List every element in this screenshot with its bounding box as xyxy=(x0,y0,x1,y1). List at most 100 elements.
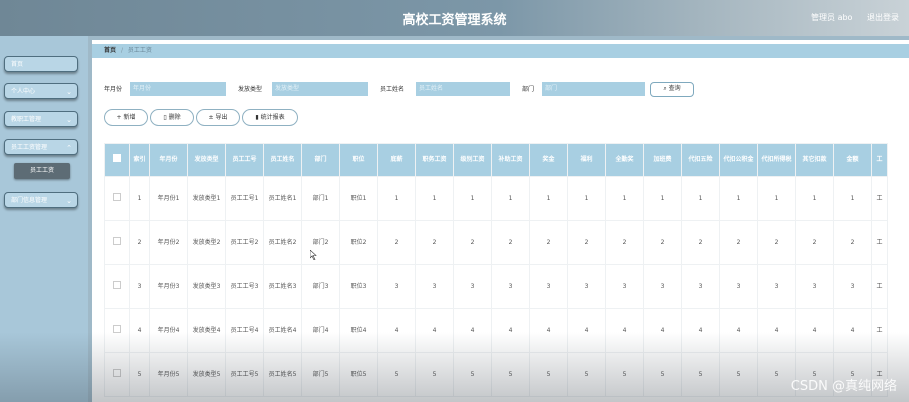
table-cell: 3 xyxy=(491,264,530,309)
sidebar-item-department-management[interactable]: 部门信息管理 ⌄ xyxy=(4,192,78,208)
row-checkbox[interactable] xyxy=(113,192,121,201)
table-row[interactable]: 4 年月份4 发放类型4 员工工号4 员工姓名4 部门4 职位4 4 4 4 4 4 4 4 4 4 4 4 4 4 工 xyxy=(104,308,888,353)
column-header: 奖金 xyxy=(529,143,568,177)
table-cell: 职位1 xyxy=(339,176,378,221)
table-row[interactable]: 1 年月份1 发放类型1 员工工号1 员工姓名1 部门1 职位1 1 1 1 1 1 1 1 1 1 1 1 1 1 工 xyxy=(104,176,888,221)
table-cell: 4 xyxy=(719,308,758,353)
employee-name-input[interactable] xyxy=(416,82,510,96)
breadcrumb-home[interactable]: 首页 xyxy=(104,47,116,54)
row-checkbox[interactable] xyxy=(113,280,121,289)
sidebar-item-salary-management[interactable]: 员工工资管理 ⌃ xyxy=(4,139,78,155)
table-cell: 2 xyxy=(681,220,720,265)
delete-button[interactable]: ▯ 删除 xyxy=(150,109,194,126)
app-title: 高校工资管理系统 xyxy=(402,13,507,28)
row-select-cell[interactable] xyxy=(104,264,130,309)
table-header-row: 索引 年月份 发放类型 员工工号 员工姓名 部门 职位 底薪 职务工资 级别工资 补助工资 奖金 福利全… xyxy=(104,143,888,177)
table-cell: 员工姓名2 xyxy=(263,220,302,265)
table-cell: 4 xyxy=(567,308,606,353)
sidebar-subitem-employee-salary[interactable]: 员工工资 xyxy=(14,163,70,179)
row-select-cell[interactable] xyxy=(104,308,130,353)
header-right: 管理员 abo 退出登录 xyxy=(799,12,899,23)
month-input[interactable] xyxy=(130,82,226,96)
table-cell: 年月份2 xyxy=(149,220,188,265)
table-cell: 5 xyxy=(453,352,492,397)
table-cell: 4 xyxy=(491,308,530,353)
table-cell: 工 xyxy=(871,264,888,309)
stats-report-button[interactable]: ▮ 统计报表 xyxy=(242,109,298,126)
query-button[interactable]: ⌕ 查询 xyxy=(650,82,694,97)
table-cell: 5 xyxy=(529,352,568,397)
table-cell: 5 xyxy=(719,352,758,397)
chevron-down-icon: ⌄ xyxy=(66,197,72,205)
table-row[interactable]: 5 年月份5 发放类型5 员工工号5 员工姓名5 部门5 职位5 5 5 5 5 5 5 5 5 5 5 5 5 5 工 xyxy=(104,352,888,397)
column-header: 代扣五险 xyxy=(681,143,720,177)
top-header: 高校工资管理系统 管理员 abo 退出登录 xyxy=(0,0,909,36)
table-cell: 4 xyxy=(643,308,682,353)
table-cell: 4 xyxy=(377,308,416,353)
export-button[interactable]: ± 导出 xyxy=(196,109,240,126)
row-select-cell[interactable] xyxy=(104,220,130,265)
table-cell: 发放类型1 xyxy=(187,176,226,221)
table-row[interactable]: 3 年月份3 发放类型3 员工工号3 员工姓名3 部门3 职位3 3 3 3 3 3 3 3 3 3 3 3 3 3 工 xyxy=(104,264,888,309)
add-button[interactable]: + 新增 xyxy=(104,109,148,126)
table-cell: 发放类型2 xyxy=(187,220,226,265)
chevron-down-icon: ⌄ xyxy=(66,88,72,96)
select-all-checkbox[interactable] xyxy=(113,154,121,162)
department-input[interactable] xyxy=(542,82,645,96)
sidebar-item-label: 部门信息管理 xyxy=(11,197,48,204)
pay-type-input[interactable] xyxy=(272,82,368,96)
table-cell: 4 xyxy=(833,308,872,353)
sidebar-item-personal-center[interactable]: 个人中心 ⌄ xyxy=(4,83,78,99)
table-cell: 1 xyxy=(643,176,682,221)
column-header: 代扣所得税 xyxy=(757,143,796,177)
table-cell: 职位5 xyxy=(339,352,378,397)
sidebar: 首页 个人中心 ⌄ 教职工管理 ⌄ 员工工资管理 ⌃ 员工工资 部门信息管理 ⌄ xyxy=(0,36,88,402)
column-header: 其它扣款 xyxy=(795,143,834,177)
table-cell: 3 xyxy=(567,264,606,309)
select-all-cell[interactable] xyxy=(104,143,130,177)
table-cell: 5 xyxy=(757,352,796,397)
table-cell: 2 xyxy=(129,220,150,265)
row-select-cell[interactable] xyxy=(104,352,130,397)
row-checkbox[interactable] xyxy=(113,324,121,333)
column-header: 工 xyxy=(871,143,888,177)
column-header: 底薪 xyxy=(377,143,416,177)
table-row[interactable]: 2 年月份2 发放类型2 员工工号2 员工姓名2 部门2 职位2 2 2 2 2 2 2 2 2 2 2 2 2 2 工 xyxy=(104,220,888,265)
column-header: 索引 xyxy=(129,143,150,177)
sidebar-item-home[interactable]: 首页 xyxy=(4,56,78,72)
sidebar-item-label: 员工工资管理 xyxy=(11,144,48,151)
table-cell: 5 xyxy=(643,352,682,397)
table-cell: 1 xyxy=(605,176,644,221)
row-select-cell[interactable] xyxy=(104,176,130,221)
column-header: 职务工资 xyxy=(415,143,454,177)
column-header: 职位 xyxy=(339,143,378,177)
table-cell: 1 xyxy=(757,176,796,221)
table-cell: 2 xyxy=(377,220,416,265)
column-header: 补助工资 xyxy=(491,143,530,177)
table-cell: 2 xyxy=(567,220,606,265)
table-cell: 2 xyxy=(643,220,682,265)
logout-link[interactable]: 退出登录 xyxy=(867,13,899,22)
row-checkbox[interactable] xyxy=(113,236,121,245)
column-header: 福利 xyxy=(567,143,606,177)
table-cell: 部门1 xyxy=(301,176,340,221)
table-cell: 1 xyxy=(833,176,872,221)
table-cell: 3 xyxy=(529,264,568,309)
table-cell: 年月份4 xyxy=(149,308,188,353)
table-cell: 年月份5 xyxy=(149,352,188,397)
table-cell: 员工姓名3 xyxy=(263,264,302,309)
search-icon: ⌕ xyxy=(663,85,667,92)
table-header: 索引 年月份 发放类型 员工工号 员工姓名 部门 职位 底薪 职务工资 级别工资 补助工资 奖金 福利全… xyxy=(104,143,888,177)
row-checkbox[interactable] xyxy=(113,368,121,377)
table-cell: 3 xyxy=(415,264,454,309)
table-cell: 年月份3 xyxy=(149,264,188,309)
table-cell: 5 xyxy=(605,352,644,397)
sidebar-item-staff-management[interactable]: 教职工管理 ⌄ xyxy=(4,111,78,127)
filter-label-department: 部门 xyxy=(522,86,535,93)
table-cell: 1 xyxy=(529,176,568,221)
filter-label-employee-name: 员工姓名 xyxy=(380,86,405,93)
table-cell: 1 xyxy=(129,176,150,221)
plus-icon: + xyxy=(116,114,122,121)
breadcrumb: 首页 / 员工工资 xyxy=(92,44,909,58)
column-header: 加班费 xyxy=(643,143,682,177)
